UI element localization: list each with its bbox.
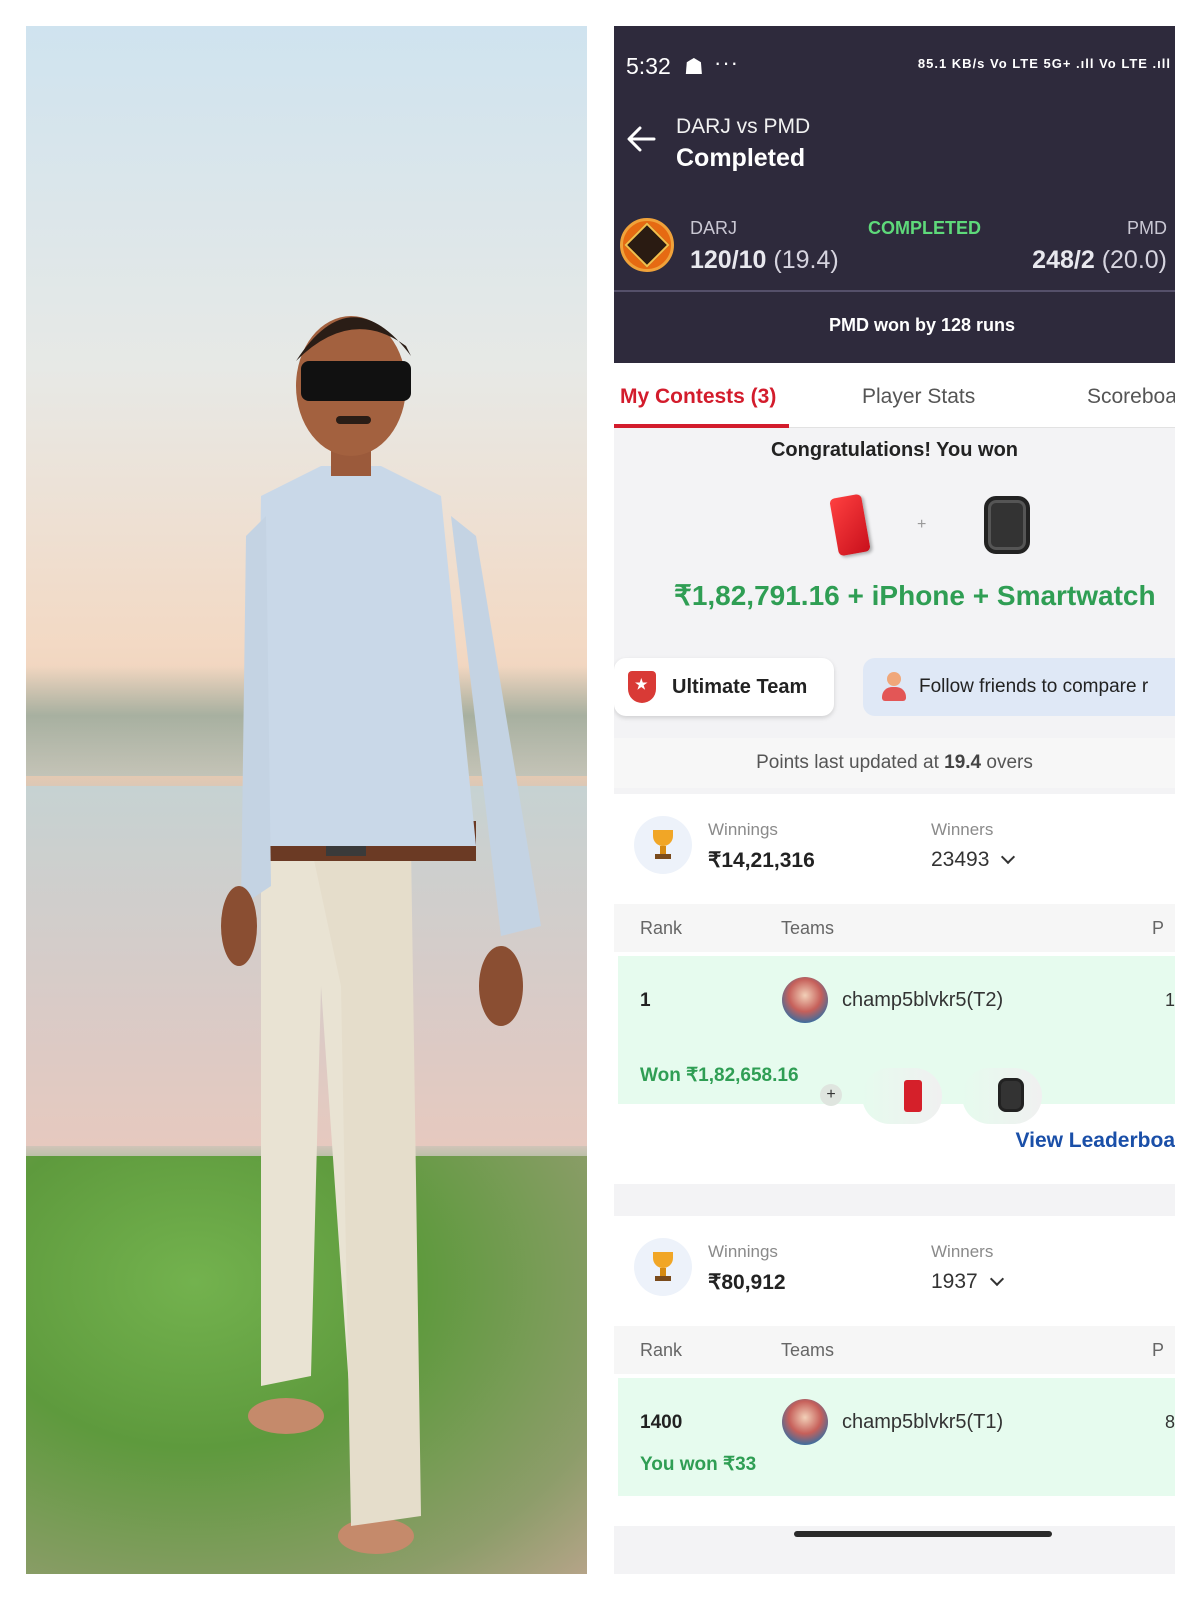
- trophy-icon: [650, 830, 676, 860]
- team1-overs: (19.4): [773, 246, 839, 274]
- status-time: 5:32: [626, 53, 671, 79]
- points-header: P: [1152, 918, 1165, 938]
- team-name: champ5blvkr5(T2): [842, 989, 1004, 1011]
- winnings-label: Winnings: [708, 1242, 778, 1261]
- winners-dropdown[interactable]: 23493: [931, 848, 1016, 872]
- rank-value: 1: [640, 990, 651, 1011]
- contest-card[interactable]: Winnings ₹80,912 Winners 1937 Rank Teams…: [614, 1216, 1175, 1526]
- match-header: 5:32 ☗ ··· 85.1 KB/s Vo LTE 5G+ .ıll Vo …: [614, 26, 1175, 363]
- back-arrow-icon[interactable]: [624, 122, 658, 156]
- table-row[interactable]: 1 champ5blvkr5(T2) 1 Won ₹1,82,658.16 +: [618, 956, 1175, 1124]
- winners-label: Winners: [931, 1242, 994, 1261]
- leaderboard-header: Rank Teams P: [614, 904, 1175, 952]
- follow-friends-label: Follow friends to compare r: [919, 676, 1149, 697]
- rank-value: 1400: [640, 1412, 683, 1433]
- contest-card[interactable]: Winnings ₹14,21,316 Winners 23493 Rank T…: [614, 794, 1175, 1184]
- tab-player-stats[interactable]: Player Stats: [862, 385, 975, 409]
- prize-plus-sign: +: [917, 516, 927, 533]
- teams-header: Teams: [781, 918, 835, 938]
- winnings-value: ₹14,21,316: [708, 849, 815, 872]
- snapchat-ghost-icon: ☗: [684, 54, 704, 79]
- ultimate-team-label: Ultimate Team: [672, 675, 808, 698]
- tab-scoreboard[interactable]: Scoreboard: [1087, 385, 1175, 409]
- leaderboard-header: Rank Teams P: [614, 1326, 1175, 1374]
- tab-my-contests[interactable]: My Contests (3): [620, 385, 776, 409]
- match-title: DARJ vs PMD: [676, 115, 811, 138]
- team-name: champ5blvkr5(T1): [842, 1411, 1004, 1433]
- photo-person: [221, 316, 541, 1554]
- team1-runs: 120/10: [690, 246, 767, 274]
- more-notifications-icon: ···: [714, 50, 739, 75]
- portrait-photo: [26, 26, 587, 1574]
- winnings-value: ₹80,912: [708, 1271, 786, 1294]
- ultimate-team-button[interactable]: Ultimate Team: [614, 658, 834, 716]
- iphone-icon: [904, 1080, 922, 1112]
- home-indicator[interactable]: [794, 1531, 1052, 1537]
- screenshot-collage: 5:32 ☗ ··· 85.1 KB/s Vo LTE 5G+ .ıll Vo …: [0, 0, 1200, 1600]
- trophy-icon-badge: [634, 1238, 692, 1296]
- points-update-overs: 19.4: [944, 752, 982, 773]
- table-row[interactable]: 1400 champ5blvkr5(T1) 8 You won ₹33: [618, 1378, 1175, 1496]
- match-state-label: COMPLETED: [868, 218, 982, 238]
- team-logo-darj: [620, 218, 674, 272]
- team-points: 8: [1164, 1412, 1175, 1432]
- points-header: P: [1152, 1340, 1165, 1360]
- winners-label: Winners: [931, 820, 994, 839]
- chevron-down-icon: [989, 1271, 1004, 1287]
- phone-screen: 5:32 ☗ ··· 85.1 KB/s Vo LTE 5G+ .ıll Vo …: [614, 26, 1175, 1574]
- avatar: [782, 977, 828, 1023]
- view-leaderboard-link[interactable]: View Leaderboa: [1015, 1129, 1175, 1153]
- winners-value: 23493: [931, 848, 990, 871]
- team2-runs: 248/2: [1032, 246, 1095, 274]
- winners-dropdown[interactable]: 1937: [931, 1270, 1004, 1294]
- header-divider: [614, 290, 1175, 292]
- smartwatch-prize-icon: [984, 496, 1030, 554]
- team-points: 1: [1164, 990, 1175, 1010]
- points-update-prefix: Points last updated at: [756, 752, 939, 773]
- chevron-down-icon: [1001, 849, 1016, 865]
- rank-header: Rank: [640, 918, 683, 938]
- winners-value: 1937: [931, 1270, 978, 1293]
- points-update-bar: Points last updated at 19.4 overs: [614, 738, 1175, 788]
- match-result: PMD won by 128 runs: [828, 315, 1016, 335]
- won-amount: You won ₹33: [640, 1454, 757, 1475]
- team2-overs: (20.0): [1101, 246, 1167, 274]
- total-prize: ₹1,82,791.16 + iPhone + Smartwatch: [674, 580, 1156, 611]
- active-tab-indicator: [614, 424, 789, 428]
- trophy-icon-badge: [634, 816, 692, 874]
- smartwatch-icon: [998, 1078, 1024, 1112]
- trophy-icon: [650, 1252, 676, 1282]
- shield-icon: [628, 671, 656, 703]
- team2-score: 248/2 (20.0): [1032, 246, 1167, 275]
- network-status: 85.1 KB/s Vo LTE 5G+ .ıll Vo LTE .ıll: [917, 56, 1171, 71]
- match-status: Completed: [676, 144, 806, 172]
- team1-name: DARJ: [690, 218, 738, 238]
- plus-icon: +: [820, 1084, 842, 1106]
- team1-score: 120/10 (19.4): [690, 246, 839, 275]
- points-update-suffix: overs: [986, 752, 1033, 773]
- congrats-title: Congratulations! You won: [770, 439, 1019, 461]
- iphone-prize-icon: [829, 493, 871, 557]
- teams-header: Teams: [781, 1340, 835, 1360]
- rank-header: Rank: [640, 1340, 683, 1360]
- iphone-badge: [862, 1068, 942, 1124]
- winnings-label: Winnings: [708, 820, 778, 839]
- follow-friends-button[interactable]: Follow friends to compare r: [863, 658, 1175, 716]
- avatar: [782, 1399, 828, 1445]
- person-icon: [881, 672, 907, 702]
- tab-bar: My Contests (3) Player Stats Scoreboard: [614, 363, 1175, 428]
- won-amount: Won ₹1,82,658.16: [640, 1065, 799, 1086]
- team2-name: PMD: [1127, 218, 1167, 238]
